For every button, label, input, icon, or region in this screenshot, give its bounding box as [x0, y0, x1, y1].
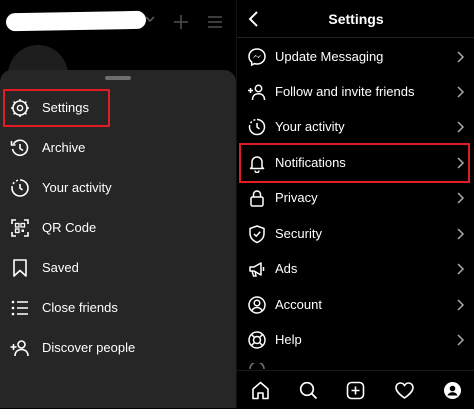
- menu-item-discover-people[interactable]: Discover people: [0, 328, 236, 368]
- settings-item-label: Update Messaging: [275, 49, 384, 64]
- archive-icon: [10, 139, 29, 157]
- settings-item-label: Follow and invite friends: [275, 84, 415, 99]
- chevron-down-icon[interactable]: [143, 12, 157, 26]
- lock-icon: [250, 190, 264, 207]
- settings-screen: Settings Update Messaging Follow and inv…: [236, 0, 474, 409]
- chevron-right-icon: [457, 51, 465, 63]
- settings-item-follow-invite[interactable]: Follow and invite friends: [237, 74, 474, 109]
- messenger-icon: [248, 48, 266, 67]
- chevron-right-icon: [457, 334, 465, 346]
- menu-item-label: QR Code: [42, 220, 97, 235]
- profile-icon[interactable]: [442, 380, 463, 401]
- settings-item-security[interactable]: Security: [237, 216, 474, 251]
- menu-item-your-activity[interactable]: Your activity: [0, 168, 236, 208]
- menu-item-label: Saved: [42, 260, 79, 275]
- settings-item-label: Security: [275, 226, 322, 241]
- shield-icon: [249, 225, 265, 244]
- menu-item-saved[interactable]: Saved: [0, 248, 236, 288]
- search-icon[interactable]: [298, 380, 319, 401]
- chevron-right-icon: [457, 228, 465, 240]
- settings-item-account[interactable]: Account: [237, 287, 474, 322]
- profile-panel: Settings Archive Your activity QR Code S…: [0, 0, 236, 408]
- lifebuoy-icon: [248, 331, 266, 349]
- settings-item-label: Help: [275, 332, 302, 347]
- settings-item-help[interactable]: Help: [237, 322, 474, 357]
- sheet-drag-handle[interactable]: [105, 76, 131, 80]
- chevron-right-icon: [457, 299, 465, 311]
- menu-item-label: Archive: [42, 140, 86, 155]
- qr-code-icon: [11, 219, 29, 237]
- settings-item-update-messaging[interactable]: Update Messaging: [237, 39, 474, 74]
- new-post-plus-icon[interactable]: [171, 12, 191, 32]
- settings-item-label: Account: [275, 297, 322, 312]
- chevron-right-icon: [457, 86, 465, 98]
- activity-icon: [11, 179, 29, 197]
- add-person-icon: [248, 84, 266, 101]
- menu-item-archive[interactable]: Archive: [0, 128, 236, 168]
- new-post-icon[interactable]: [345, 380, 366, 401]
- menu-item-label: Close friends: [42, 300, 118, 315]
- menu-item-close-friends[interactable]: Close friends: [0, 288, 236, 328]
- profile-header: [0, 0, 236, 75]
- redacted-username: [5, 10, 147, 32]
- settings-item-ads[interactable]: Ads: [237, 251, 474, 286]
- hamburger-menu-icon[interactable]: [205, 12, 225, 32]
- account-icon: [248, 296, 266, 314]
- heart-icon[interactable]: [394, 380, 415, 401]
- menu-item-label: Discover people: [42, 340, 136, 355]
- chevron-right-icon: [457, 192, 465, 204]
- chevron-right-icon: [457, 263, 465, 275]
- close-friends-icon: [11, 300, 28, 316]
- page-title: Settings: [328, 11, 384, 27]
- settings-highlight-box: [3, 89, 110, 127]
- bottom-nav: [237, 370, 474, 409]
- home-icon[interactable]: [250, 380, 271, 401]
- settings-item-label: Ads: [275, 261, 298, 276]
- settings-item-label: Your activity: [275, 119, 345, 134]
- settings-item-your-activity[interactable]: Your activity: [237, 109, 474, 144]
- settings-item-label: Privacy: [275, 190, 318, 205]
- megaphone-icon: [249, 262, 265, 277]
- discover-people-icon: [10, 340, 29, 357]
- settings-item-privacy[interactable]: Privacy: [237, 180, 474, 215]
- saved-icon: [13, 259, 27, 277]
- menu-item-qr-code[interactable]: QR Code: [0, 208, 236, 248]
- options-bottom-sheet: Settings Archive Your activity QR Code S…: [0, 70, 236, 408]
- header-divider: [237, 37, 474, 38]
- notifications-highlight-box: [239, 143, 470, 183]
- chevron-right-icon: [457, 121, 465, 133]
- activity-icon: [248, 118, 266, 136]
- menu-item-label: Your activity: [42, 180, 112, 195]
